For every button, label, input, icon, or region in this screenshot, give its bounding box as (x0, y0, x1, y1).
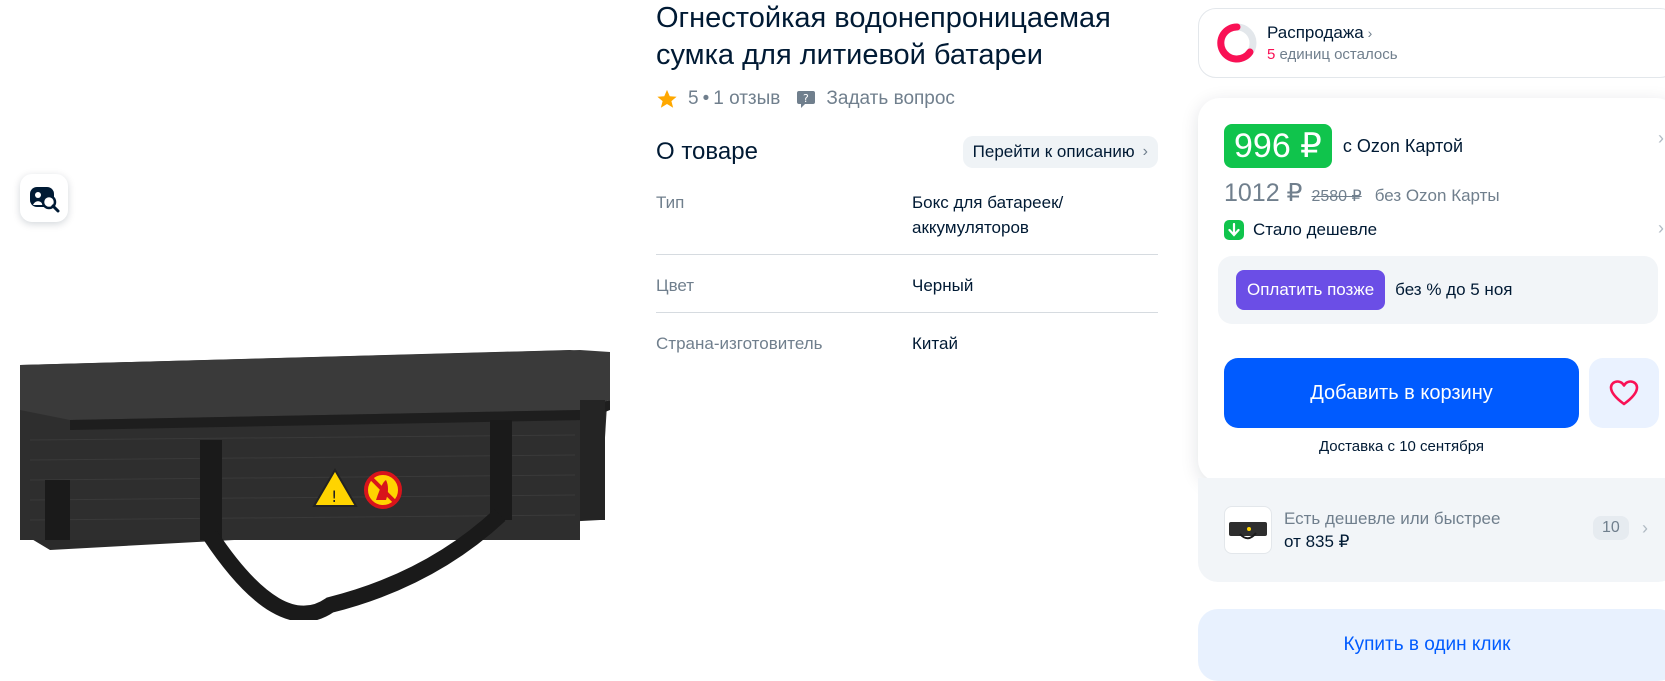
ozon-card-price: 996 ₽ (1224, 124, 1332, 168)
favorite-button[interactable] (1589, 358, 1659, 428)
sale-card[interactable]: Распродажа › 5 единиц осталось (1198, 8, 1665, 78)
heart-icon (1609, 380, 1639, 406)
spec-key: Страна-изготовитель (656, 334, 823, 353)
spec-value: Черный (912, 276, 974, 295)
camera-search-icon (30, 187, 60, 213)
regular-price-label: без Ozon Карты (1374, 186, 1500, 205)
reviews-link[interactable]: 1 отзыв (713, 88, 780, 110)
rating-separator: • (702, 88, 710, 109)
chevron-right-icon[interactable]: › (1658, 128, 1664, 149)
ask-question-link[interactable]: ? Задать вопрос (796, 88, 955, 110)
specs-table: Тип Бокс для батареек/аккумуляторов Цвет… (656, 186, 1158, 384)
sale-text: Распродажа › 5 единиц осталось (1267, 23, 1398, 63)
chevron-right-icon[interactable]: › (1658, 218, 1664, 239)
pay-later-box: Оплатить позже без % до 5 ноя (1218, 256, 1658, 324)
sale-ring-icon (1217, 23, 1257, 63)
sale-title: Распродажа › (1267, 23, 1398, 43)
spec-value: Китай (912, 334, 958, 353)
alternatives-title: Есть дешевле или быстрее (1284, 508, 1501, 528)
goto-description-button[interactable]: Перейти к описанию › (962, 136, 1158, 168)
spec-key: Тип (656, 193, 685, 212)
spec-value: Бокс для батареек/аккумуляторов (912, 193, 1064, 237)
rating-value[interactable]: 5 (688, 88, 699, 110)
sale-subtitle: 5 единиц осталось (1267, 46, 1398, 63)
ozon-card-price-row[interactable]: 996 ₽ с Ozon Картой (1224, 124, 1463, 168)
alternatives-text: Есть дешевле или быстрее от 835 ₽ (1284, 509, 1500, 552)
ozon-card-label: с Ozon Картой (1342, 135, 1464, 156)
sale-count-text: единиц осталось (1279, 46, 1398, 63)
regular-price-row: 1012 ₽ 2580 ₽ без Ozon Карты (1224, 178, 1500, 208)
visual-search-button[interactable] (20, 174, 68, 222)
about-header: О товаре Перейти к описанию › (656, 136, 1158, 168)
product-gallery: ! (0, 0, 640, 681)
ask-question-label: Задать вопрос (826, 88, 955, 109)
alternatives-count: 10 (1593, 516, 1629, 540)
arrow-down-icon (1224, 220, 1244, 240)
sale-count: 5 (1267, 46, 1276, 63)
star-icon (657, 89, 677, 108)
goto-description-label: Перейти к описанию (972, 142, 1135, 161)
pay-later-button[interactable]: Оплатить позже (1236, 270, 1386, 310)
alternative-thumbnail (1224, 506, 1272, 554)
price-drop-label: Стало дешевле (1253, 220, 1378, 239)
svg-text:!: ! (331, 487, 337, 506)
svg-text:?: ? (803, 92, 809, 105)
price-card: 996 ₽ с Ozon Картой › 1012 ₽ 2580 ₽ без … (1198, 98, 1665, 482)
spec-row: Тип Бокс для батареек/аккумуляторов (656, 186, 1158, 255)
spec-key: Цвет (656, 276, 695, 295)
product-title: Огнестойкая водонепроницаемая сумка для … (656, 0, 1166, 74)
about-heading: О товаре (656, 138, 758, 165)
rating-row: 5 • 1 отзыв ? Задать вопрос (656, 88, 955, 110)
alternatives-card[interactable]: Есть дешевле или быстрее от 835 ₽ 10 › (1198, 478, 1665, 582)
product-title-line1: Огнестойкая водонепроницаемая (656, 2, 1111, 34)
old-price: 2580 ₽ (1311, 188, 1362, 205)
add-to-cart-button[interactable]: Добавить в корзину (1224, 358, 1579, 428)
chat-question-icon: ? (797, 91, 816, 108)
product-title-line2: сумка для литиевой батареи (656, 39, 1043, 71)
product-image[interactable]: ! (10, 340, 610, 620)
sale-title-label: Распродажа (1267, 23, 1364, 42)
chevron-right-icon: › (1642, 518, 1648, 538)
pay-later-text: без % до 5 ноя (1395, 280, 1513, 299)
buy-one-click-button[interactable]: Купить в один клик (1198, 609, 1665, 681)
chevron-right-icon: › (1367, 25, 1373, 41)
spec-row: Страна-изготовитель Китай (656, 327, 1158, 370)
spec-row: Цвет Черный (656, 269, 1158, 313)
price-drop-row[interactable]: Стало дешевле (1224, 220, 1377, 240)
regular-price: 1012 ₽ (1224, 179, 1303, 207)
chevron-right-icon: › (1142, 143, 1148, 160)
delivery-date: Доставка с 10 сентября (1318, 438, 1485, 455)
alternatives-price: от 835 ₽ (1284, 531, 1350, 551)
